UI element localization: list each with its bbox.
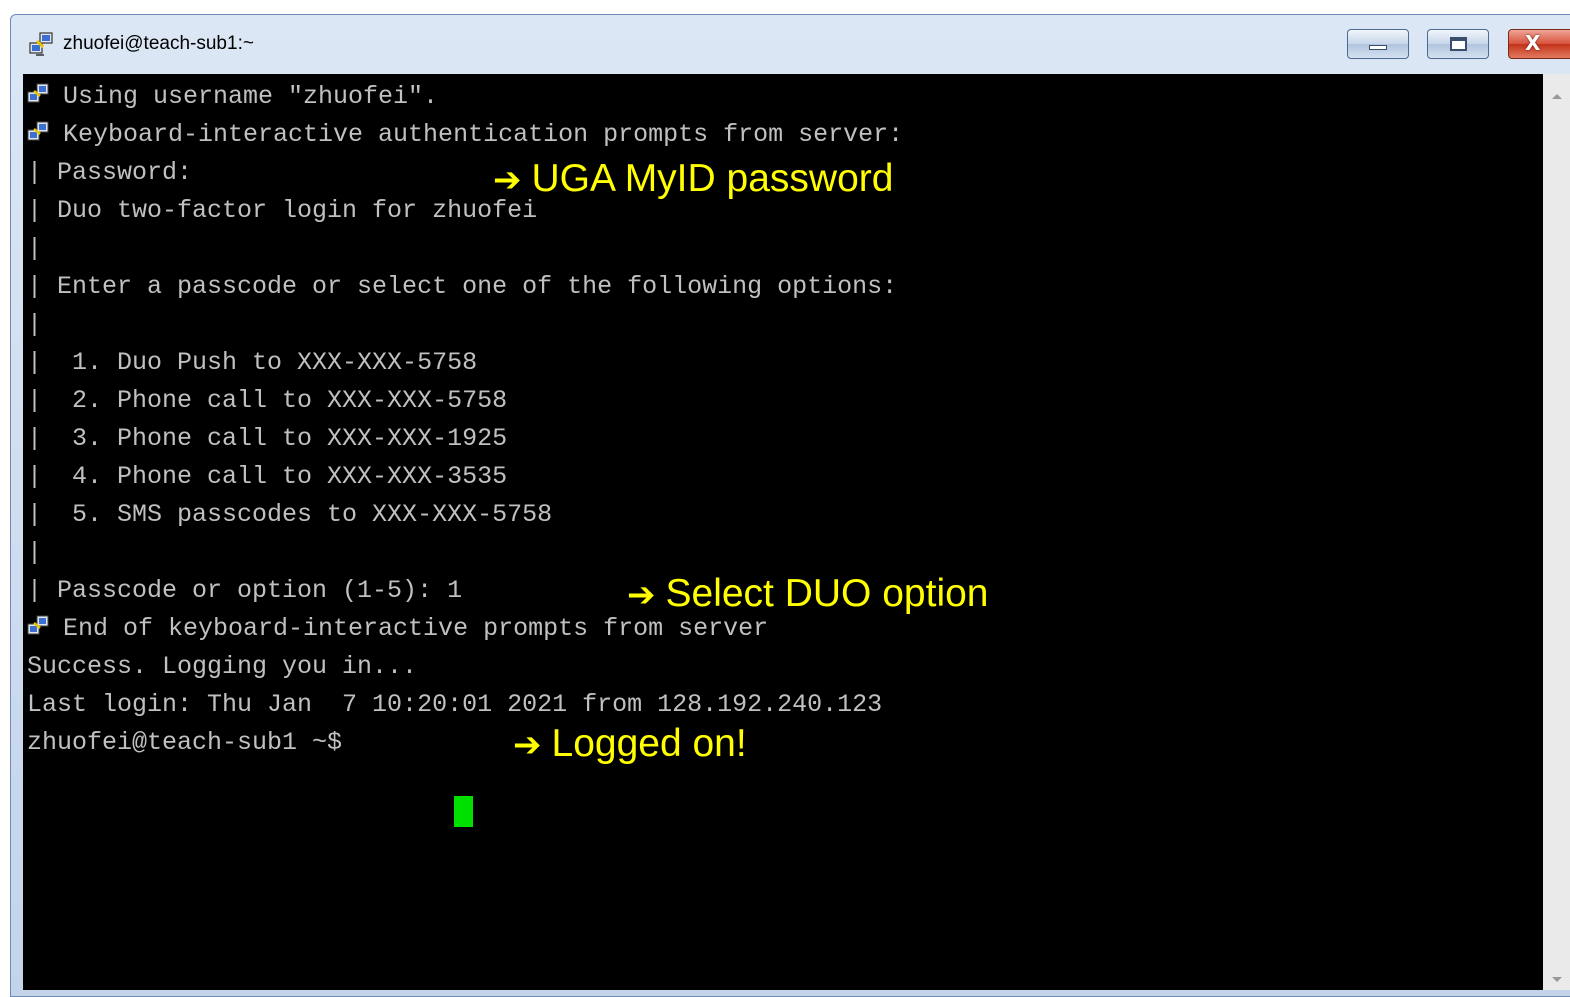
terminal-line-text: zhuofei@teach-sub1 ~$	[27, 728, 358, 757]
terminal-line-text: | 1. Duo Push to XXX-XXX-5758	[27, 348, 478, 377]
annotation-logged-on-text: Logged on!	[551, 722, 747, 765]
annotation-duo-option-text: Select DUO option	[665, 572, 989, 615]
annotation-duo-option: ➔ Select DUO option	[627, 572, 989, 617]
terminal-line-text: | 5. SMS passcodes to XXX-XXX-5758	[27, 500, 553, 529]
annotation-password-text: UGA MyID password	[531, 157, 894, 200]
terminal-line: Keyboard-interactive authentication prom…	[27, 116, 903, 154]
terminal-line-text: Success. Logging you in...	[27, 652, 418, 681]
annotation-logged-on: ➔ Logged on!	[513, 722, 747, 767]
terminal-screen[interactable]: Using username "zhuofei". Keyboard-intera…	[23, 74, 1543, 990]
terminal-line-text: Keyboard-interactive authentication prom…	[63, 120, 904, 149]
terminal-line: | 1. Duo Push to XXX-XXX-5758	[27, 344, 477, 382]
terminal-line: | 4. Phone call to XXX-XXX-3535	[27, 458, 507, 496]
scroll-down-icon[interactable]	[1552, 977, 1562, 982]
terminal-line-text: | Password:	[27, 158, 193, 187]
close-icon: X	[1525, 31, 1541, 55]
terminal-line: | Duo two-factor login for zhuofei	[27, 192, 537, 230]
terminal-line-text: | 2. Phone call to XXX-XXX-5758	[27, 386, 508, 415]
terminal-line: |	[27, 230, 42, 268]
title-bar[interactable]: zhuofei@teach-sub1:~ X	[11, 15, 1570, 73]
terminal-line: |	[27, 534, 42, 572]
arrow-left-icon: ➔	[493, 160, 522, 200]
terminal-line-text: |	[27, 538, 43, 567]
terminal-line-text: | Enter a passcode or select one of the …	[27, 272, 898, 301]
terminal-line-text: | 3. Phone call to XXX-XXX-1925	[27, 424, 508, 453]
terminal-line: | Enter a passcode or select one of the …	[27, 268, 897, 306]
terminal-line-text: |	[27, 234, 43, 263]
terminal-line: Using username "zhuofei".	[27, 78, 438, 116]
terminal-line: | Password:	[27, 154, 192, 192]
terminal-line: zhuofei@teach-sub1 ~$	[27, 724, 357, 762]
terminal-line-text: | Passcode or option (1-5): 1	[27, 576, 463, 605]
putty-window: zhuofei@teach-sub1:~ X Using username "z…	[10, 14, 1570, 997]
terminal-line: | 2. Phone call to XXX-XXX-5758	[27, 382, 507, 420]
putty-icon	[27, 83, 49, 103]
window-title: zhuofei@teach-sub1:~	[63, 33, 254, 54]
terminal-line-text: Last login: Thu Jan 7 10:20:01 2021 from…	[27, 690, 883, 719]
terminal-cursor	[454, 796, 473, 827]
putty-icon	[27, 121, 49, 141]
terminal-line: | 3. Phone call to XXX-XXX-1925	[27, 420, 507, 458]
arrow-left-icon: ➔	[513, 725, 542, 765]
close-button[interactable]: X	[1508, 29, 1570, 59]
scroll-up-icon[interactable]	[1552, 94, 1562, 99]
putty-icon	[29, 32, 53, 56]
terminal-line-text: Using username "zhuofei".	[63, 82, 439, 111]
terminal-line: Last login: Thu Jan 7 10:20:01 2021 from…	[27, 686, 882, 724]
arrow-left-icon: ➔	[627, 575, 656, 615]
terminal-line-text: | 4. Phone call to XXX-XXX-3535	[27, 462, 508, 491]
terminal-line: | 5. SMS passcodes to XXX-XXX-5758	[27, 496, 552, 534]
annotation-password: ➔ UGA MyID password	[493, 157, 893, 202]
terminal-line: Success. Logging you in...	[27, 648, 417, 686]
putty-icon	[27, 615, 49, 635]
maximize-button[interactable]	[1427, 29, 1489, 59]
vertical-scrollbar[interactable]	[1543, 74, 1570, 990]
terminal-line-text: | Duo two-factor login for zhuofei	[27, 196, 538, 225]
terminal-line-text: |	[27, 310, 43, 339]
terminal-line: | Passcode or option (1-5): 1	[27, 572, 462, 610]
terminal-line: |	[27, 306, 42, 344]
terminal-line-text: End of keyboard-interactive prompts from…	[63, 614, 769, 643]
minimize-icon	[1369, 45, 1387, 50]
minimize-button[interactable]	[1347, 29, 1409, 59]
maximize-icon	[1450, 37, 1467, 51]
